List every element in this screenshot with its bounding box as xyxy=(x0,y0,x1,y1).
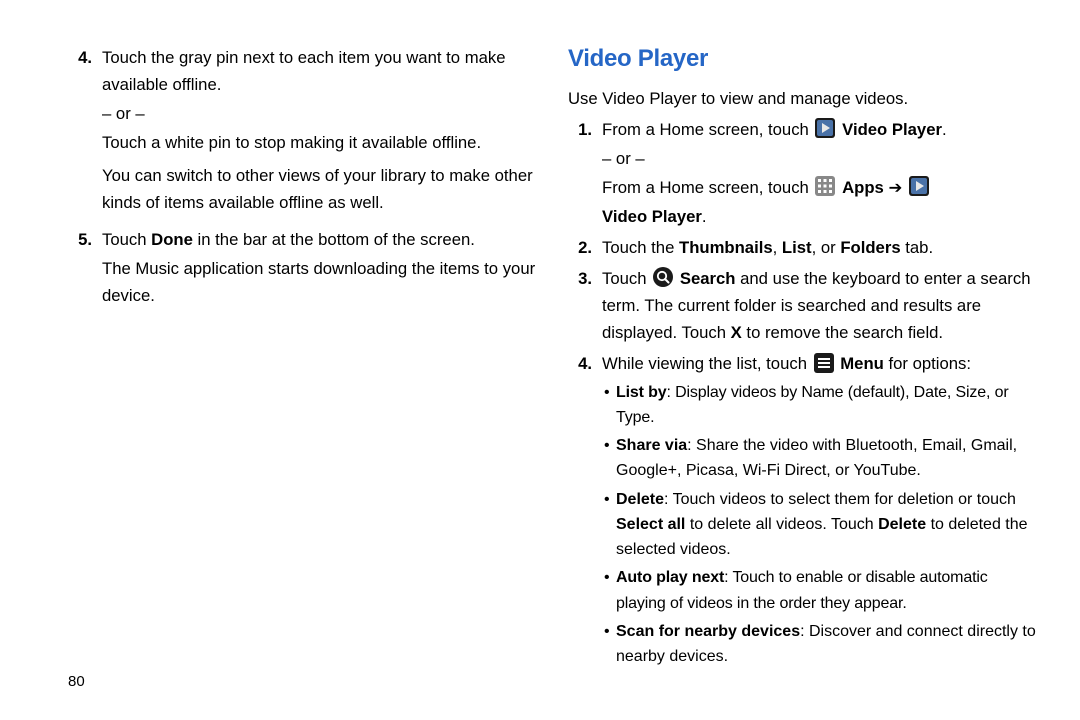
text: : Display videos by Name (default), Date… xyxy=(616,384,1009,426)
text: From a Home screen, touch xyxy=(602,178,813,197)
bullet-item: • Delete: Touch videos to select them fo… xyxy=(602,487,1038,563)
text: to delete all videos. Touch xyxy=(685,516,878,533)
bullet-dot: • xyxy=(602,565,616,590)
intro-text: Use Video Player to view and manage vide… xyxy=(568,85,1038,112)
list-number: 4. xyxy=(568,350,602,377)
arrow: ➔ xyxy=(884,178,907,197)
text: , xyxy=(773,238,782,257)
list-item-3: 3. Touch Search and use the keyboard to … xyxy=(568,265,1038,348)
bullet-dot: • xyxy=(602,433,616,458)
list-item-4: 4. Touch the gray pin next to each item … xyxy=(68,44,538,218)
bold-text: Thumbnails xyxy=(679,238,773,257)
paragraph: Touch Done in the bar at the bottom of t… xyxy=(102,226,538,253)
bullet-item: • List by: Display videos by Name (defau… xyxy=(602,380,1038,431)
paragraph: Touch the gray pin next to each item you… xyxy=(102,44,538,98)
bold-text: Delete xyxy=(878,516,926,533)
paragraph: Touch a white pin to stop making it avai… xyxy=(102,129,538,156)
list-item-2: 2. Touch the Thumbnails, List, or Folder… xyxy=(568,234,1038,263)
menu-icon xyxy=(814,353,834,381)
bold-text: Video Player xyxy=(842,120,942,139)
bold-text: Menu xyxy=(840,354,884,373)
text: in the bar at the bottom of the screen. xyxy=(193,230,475,249)
text: From a Home screen, touch xyxy=(602,120,813,139)
bold-text: X xyxy=(731,323,742,342)
bullet-item: • Share via: Share the video with Blueto… xyxy=(602,433,1038,484)
search-icon xyxy=(653,267,673,295)
or-separator: – or – xyxy=(102,100,538,127)
list-number: 1. xyxy=(568,116,602,143)
text: to remove the search field. xyxy=(742,323,943,342)
text: for options: xyxy=(884,354,971,373)
paragraph: Touch Search and use the keyboard to ent… xyxy=(602,265,1038,346)
list-number: 2. xyxy=(568,234,602,261)
bold-text: Delete xyxy=(616,491,664,508)
list-body: Touch the Thumbnails, List, or Folders t… xyxy=(602,234,1038,263)
bullet-item: • Scan for nearby devices: Discover and … xyxy=(602,619,1038,670)
list-body: Touch Done in the bar at the bottom of t… xyxy=(102,226,538,311)
text: . xyxy=(942,120,947,139)
bullet-text: List by: Display videos by Name (default… xyxy=(616,380,1038,431)
video-player-icon xyxy=(909,176,929,204)
text: While viewing the list, touch xyxy=(602,354,812,373)
bold-text: Scan for nearby devices xyxy=(616,623,800,640)
list-body: Touch Search and use the keyboard to ent… xyxy=(602,265,1038,348)
list-number: 4. xyxy=(68,44,102,71)
bullet-text: Share via: Share the video with Bluetoot… xyxy=(616,433,1038,484)
list-body: While viewing the list, touch Menu for o… xyxy=(602,350,1038,672)
list-item-4: 4. While viewing the list, touch Menu fo… xyxy=(568,350,1038,672)
text: : Touch videos to select them for deleti… xyxy=(664,491,1016,508)
bold-text: Search xyxy=(680,269,736,288)
paragraph: While viewing the list, touch Menu for o… xyxy=(602,350,1038,377)
list-item-1: 1. From a Home screen, touch Video Playe… xyxy=(568,116,1038,232)
list-number: 5. xyxy=(68,226,102,253)
list-number: 3. xyxy=(568,265,602,292)
bold-text: Video Player xyxy=(602,207,702,226)
list-body: From a Home screen, touch Video Player. … xyxy=(602,116,1038,232)
text: Touch xyxy=(102,230,151,249)
bold-text: Auto play next xyxy=(616,569,724,586)
bold-text: Apps xyxy=(842,178,884,197)
page-number: 80 xyxy=(68,670,85,694)
bullet-dot: • xyxy=(602,380,616,405)
text: . xyxy=(702,207,707,226)
bold-text: List xyxy=(782,238,812,257)
bullet-dot: • xyxy=(602,619,616,644)
bullet-text: Auto play next: Touch to enable or disab… xyxy=(616,565,1038,616)
bullet-list: • List by: Display videos by Name (defau… xyxy=(602,380,1038,670)
bullet-text: Delete: Touch videos to select them for … xyxy=(616,487,1038,563)
video-player-icon xyxy=(815,118,835,146)
right-column: Video Player Use Video Player to view an… xyxy=(568,36,1038,675)
or-separator: – or – xyxy=(602,145,1038,172)
bullet-text: Scan for nearby devices: Discover and co… xyxy=(616,619,1038,670)
video-player-heading: Video Player xyxy=(568,40,1038,79)
paragraph: From a Home screen, touch Video Player. xyxy=(602,116,1038,143)
paragraph: The Music application starts downloading… xyxy=(102,255,538,309)
bullet-dot: • xyxy=(602,487,616,512)
text: , or xyxy=(812,238,841,257)
paragraph: From a Home screen, touch Apps ➔ xyxy=(602,174,1038,201)
paragraph: Touch the Thumbnails, List, or Folders t… xyxy=(602,234,1038,261)
text: tab. xyxy=(901,238,933,257)
bold-text: Folders xyxy=(840,238,900,257)
bold-text: List by xyxy=(616,384,667,401)
text: Touch the xyxy=(602,238,679,257)
left-column: 4. Touch the gray pin next to each item … xyxy=(68,36,538,675)
apps-grid-icon xyxy=(815,176,835,204)
paragraph: You can switch to other views of your li… xyxy=(102,162,538,216)
bold-text: Share via xyxy=(616,437,687,454)
bullet-item: • Auto play next: Touch to enable or dis… xyxy=(602,565,1038,616)
list-body: Touch the gray pin next to each item you… xyxy=(102,44,538,218)
text: Touch xyxy=(602,269,651,288)
bold-text: Done xyxy=(151,230,193,249)
manual-page: 4. Touch the gray pin next to each item … xyxy=(0,0,1080,695)
list-item-5: 5. Touch Done in the bar at the bottom o… xyxy=(68,226,538,311)
paragraph: Video Player. xyxy=(602,203,1038,230)
bold-text: Select all xyxy=(616,516,685,533)
